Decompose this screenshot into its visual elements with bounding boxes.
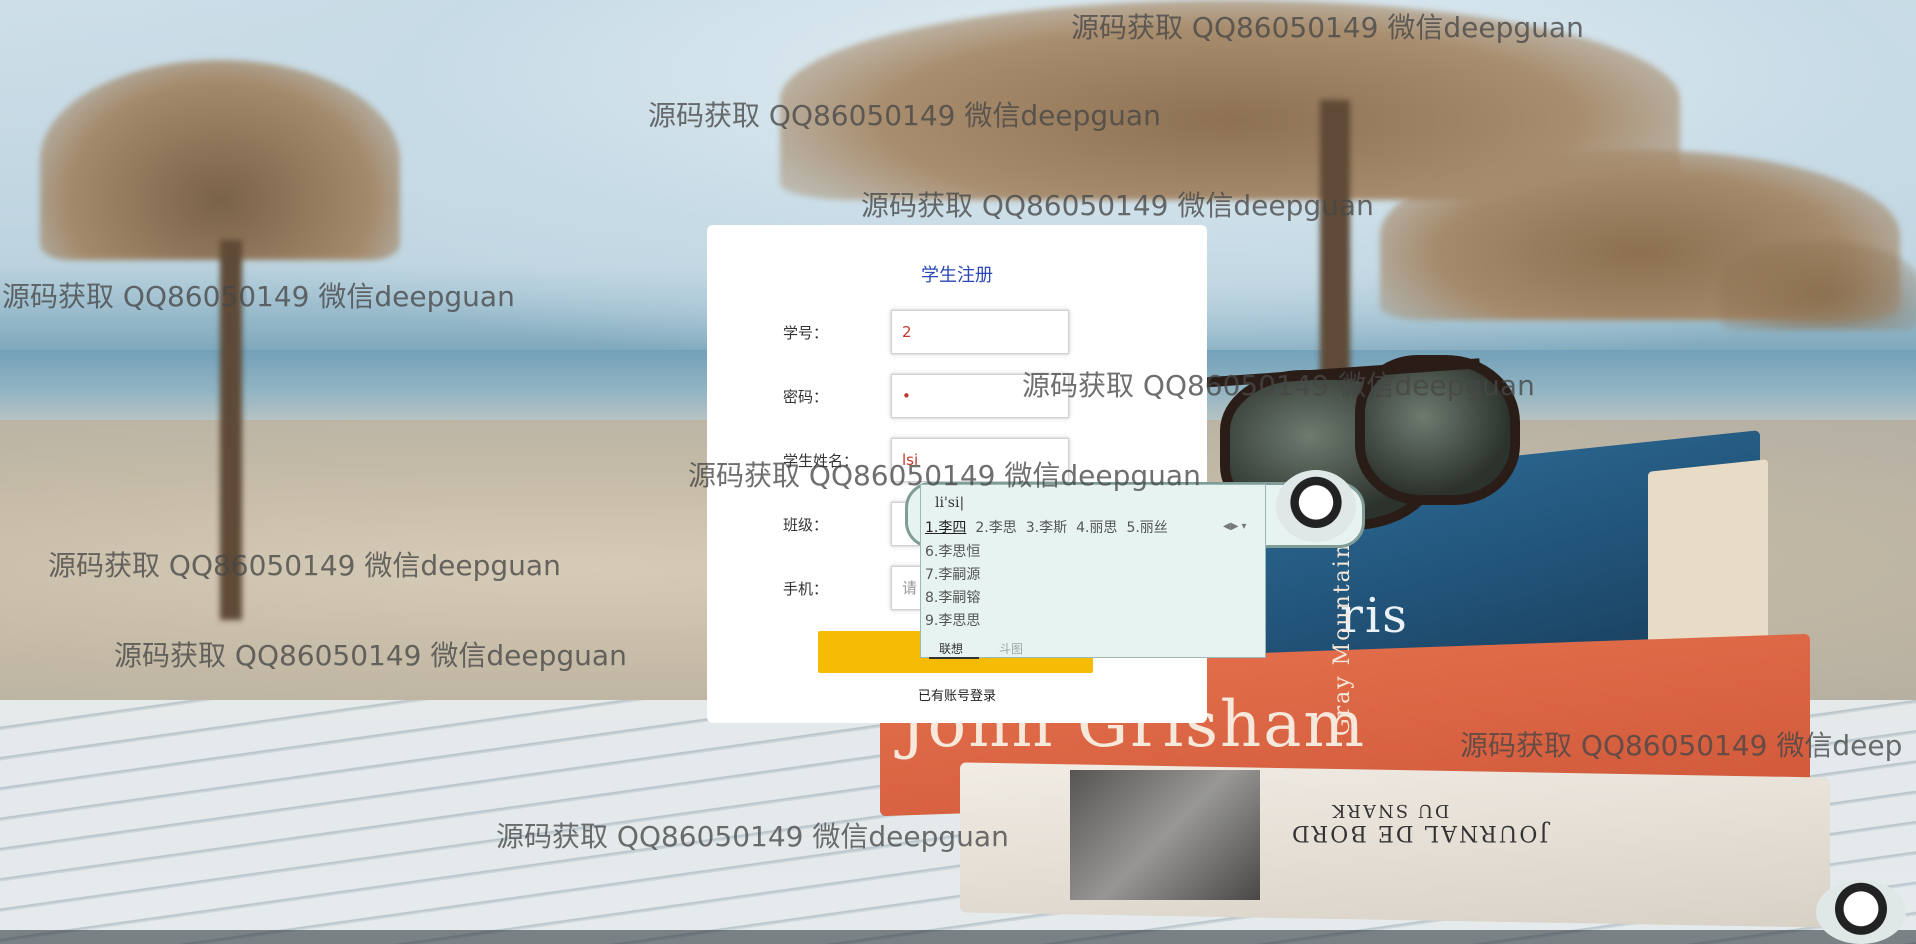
ime-candidate-list: 6.李思恒 7.李嗣源 8.李嗣镕 9.李思思 bbox=[925, 541, 980, 633]
watermark-text: 源码获取 QQ86050149 微信deepguan bbox=[861, 189, 1374, 222]
ime-corner-mascot-icon bbox=[1816, 880, 1906, 944]
umbrella-pole bbox=[1320, 100, 1350, 400]
ime-candidate[interactable]: 5.丽丝 bbox=[1126, 520, 1167, 536]
ime-candidate[interactable]: 8.李嗣镕 bbox=[925, 587, 980, 610]
white-book-text: JOURNAL DE BORD bbox=[1290, 820, 1549, 845]
ime-candidate[interactable]: 4.丽思 bbox=[1076, 520, 1117, 536]
ime-candidate-row: 1.李四 2.李思 3.李斯 4.丽思 5.丽丝 bbox=[925, 517, 1177, 537]
login-link[interactable]: 已有账号登录 bbox=[707, 685, 1207, 704]
ime-tab-underline bbox=[929, 657, 979, 659]
ime-candidate[interactable]: 9.李思思 bbox=[925, 610, 980, 633]
ime-mascot-icon bbox=[1276, 470, 1356, 542]
password-label: 密码： bbox=[783, 388, 829, 406]
ime-candidate[interactable]: 7.李嗣源 bbox=[925, 564, 980, 587]
watermark-text: 源码获取 QQ86050149 微信deepguan bbox=[648, 99, 1161, 132]
watermark-text: 源码获取 QQ86050149 微信deep bbox=[1460, 729, 1903, 762]
watermark-text: 源码获取 QQ86050149 微信deepguan bbox=[1022, 369, 1535, 402]
straw-umbrella bbox=[40, 60, 400, 260]
white-book-text-2: DU SNARK bbox=[1330, 800, 1450, 821]
watermark-text: 源码获取 QQ86050149 微信deepguan bbox=[496, 820, 1009, 853]
ime-candidate[interactable]: 1.李四 bbox=[925, 520, 966, 536]
ime-tabs: 联想 斗图 bbox=[921, 637, 1267, 659]
watermark-text: 源码获取 QQ86050149 微信deepguan bbox=[1071, 11, 1584, 44]
watermark-text: 源码获取 QQ86050149 微信deepguan bbox=[688, 459, 1201, 492]
watermark-text: 源码获取 QQ86050149 微信deepguan bbox=[48, 549, 561, 582]
student-id-input[interactable]: 2 bbox=[891, 310, 1069, 354]
student-id-label: 学号： bbox=[783, 324, 829, 342]
ime-candidate[interactable]: 3.李斯 bbox=[1026, 520, 1067, 536]
book-cover-photo bbox=[1070, 770, 1260, 900]
straw-umbrella bbox=[1720, 240, 1916, 330]
ime-candidate-window: li'si| 1.李四 2.李思 3.李斯 4.丽思 5.丽丝 ◀▶ ▾ 6.李思恒 7… bbox=[920, 484, 1267, 659]
ime-candidate[interactable]: 2.李思 bbox=[975, 520, 1016, 536]
deck-edge bbox=[0, 930, 1916, 944]
ime-pinyin: li'si| bbox=[935, 495, 965, 511]
watermark-text: 源码获取 QQ86050149 微信deepguan bbox=[114, 639, 627, 672]
orange-book-spine: Gray Mountain bbox=[1330, 542, 1355, 736]
ime-candidate[interactable]: 6.李思恒 bbox=[925, 541, 980, 564]
class-label: 班级： bbox=[783, 516, 829, 534]
ime-tab-association[interactable]: 联想 bbox=[939, 640, 963, 657]
page-title: 学生注册 bbox=[921, 265, 993, 286]
ime-page-arrows-icon[interactable]: ◀▶ ▾ bbox=[1223, 521, 1247, 532]
ime-tab-meme[interactable]: 斗图 bbox=[999, 640, 1023, 657]
watermark-text: 源码获取 QQ86050149 微信deepguan bbox=[2, 280, 515, 313]
phone-label: 手机： bbox=[783, 580, 829, 598]
